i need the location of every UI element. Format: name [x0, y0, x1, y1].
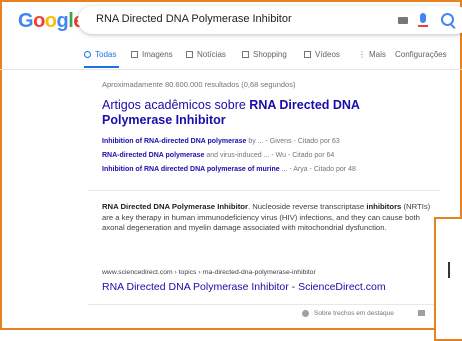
logo-letter: G: [18, 10, 34, 32]
highlight-box: [434, 217, 462, 341]
result-breadcrumb[interactable]: www.sciencedirect.com › topics › rna-dir…: [102, 269, 316, 276]
scholar-item-meta: by ... - Givens - Citado por 63: [246, 138, 340, 145]
scholar-item: Inhibition of RNA-directed DNA polymeras…: [102, 138, 340, 145]
tab-label: Configurações: [395, 50, 447, 59]
logo-letter: o: [33, 10, 45, 32]
logo-letter: o: [44, 10, 57, 32]
tab-label: Shopping: [253, 50, 287, 59]
news-icon: [186, 51, 193, 58]
feedback-icon[interactable]: [418, 310, 425, 316]
scholar-item-link[interactable]: RNA-directed DNA polymerase: [102, 152, 204, 159]
tab-videos[interactable]: Vídeos: [304, 50, 340, 59]
active-tab-indicator: [84, 66, 119, 68]
tab-label: Notícias: [197, 50, 226, 59]
tag-icon: [242, 51, 249, 58]
featured-footer-divider: [88, 304, 440, 305]
snippet-text: . Nucleoside reverse transcriptase: [247, 202, 367, 211]
featured-snippet-divider: [88, 190, 440, 191]
tab-mais[interactable]: ⋮ Mais: [358, 50, 386, 59]
keyboard-icon[interactable]: [398, 17, 408, 24]
scholar-item: RNA-directed DNA polymerase and virus-in…: [102, 152, 334, 159]
tab-noticias[interactable]: Notícias: [186, 50, 226, 59]
search-icon[interactable]: [441, 13, 454, 26]
scholar-heading-prefix: Artigos acadêmicos sobre: [102, 98, 250, 112]
scholar-item: Inhibition of RNA directed DNA polymeras…: [102, 166, 356, 173]
scholar-item-meta: ... - Arya - Citado por 48: [279, 166, 356, 173]
tab-label: Vídeos: [315, 50, 340, 59]
tab-todas[interactable]: Todas: [84, 50, 116, 59]
google-logo[interactable]: Google: [18, 10, 84, 33]
featured-snippet-about-link[interactable]: Sobre trechos em destaque: [314, 310, 394, 317]
result-title-link[interactable]: RNA Directed DNA Polymerase Inhibitor - …: [102, 281, 386, 293]
result-stats: Aproximadamente 80.600.000 resultados (0…: [102, 80, 296, 89]
image-icon: [131, 51, 138, 58]
scholar-heading-link[interactable]: Artigos acadêmicos sobre RNA Directed DN…: [102, 98, 422, 128]
play-icon: [304, 51, 311, 58]
dots-icon: ⋮: [358, 50, 366, 59]
scholar-item-link[interactable]: Inhibition of RNA directed DNA polymeras…: [102, 166, 280, 173]
snippet-bold: inhibitors: [366, 202, 402, 211]
tab-label: Imagens: [142, 50, 173, 59]
search-icon: [84, 51, 91, 58]
scholar-item-meta: and virus-induced ... - Wu - Citado por …: [204, 152, 335, 159]
tab-label: Todas: [95, 50, 117, 59]
tab-imagens[interactable]: Imagens: [131, 50, 173, 59]
scholar-item-link[interactable]: Inhibition of RNA-directed DNA polymeras…: [102, 138, 246, 145]
logo-letter: g: [56, 10, 69, 32]
search-input[interactable]: RNA Directed DNA Polymerase Inhibitor: [78, 6, 462, 34]
search-header: Google RNA Directed DNA Polymerase Inhib…: [0, 0, 462, 38]
help-icon[interactable]: [302, 310, 309, 317]
tab-shopping[interactable]: Shopping: [242, 50, 287, 59]
tab-configuracoes[interactable]: Configurações: [395, 50, 447, 59]
header-divider: [0, 69, 462, 70]
snippet-bold: RNA Directed DNA Polymerase Inhibitor: [102, 202, 248, 211]
microphone-icon[interactable]: [418, 13, 428, 27]
featured-snippet-text: RNA Directed DNA Polymerase Inhibitor. N…: [102, 202, 432, 234]
tab-label: Mais: [369, 50, 386, 59]
text-cursor: [448, 262, 450, 278]
search-query-text[interactable]: RNA Directed DNA Polymerase Inhibitor: [96, 13, 292, 25]
